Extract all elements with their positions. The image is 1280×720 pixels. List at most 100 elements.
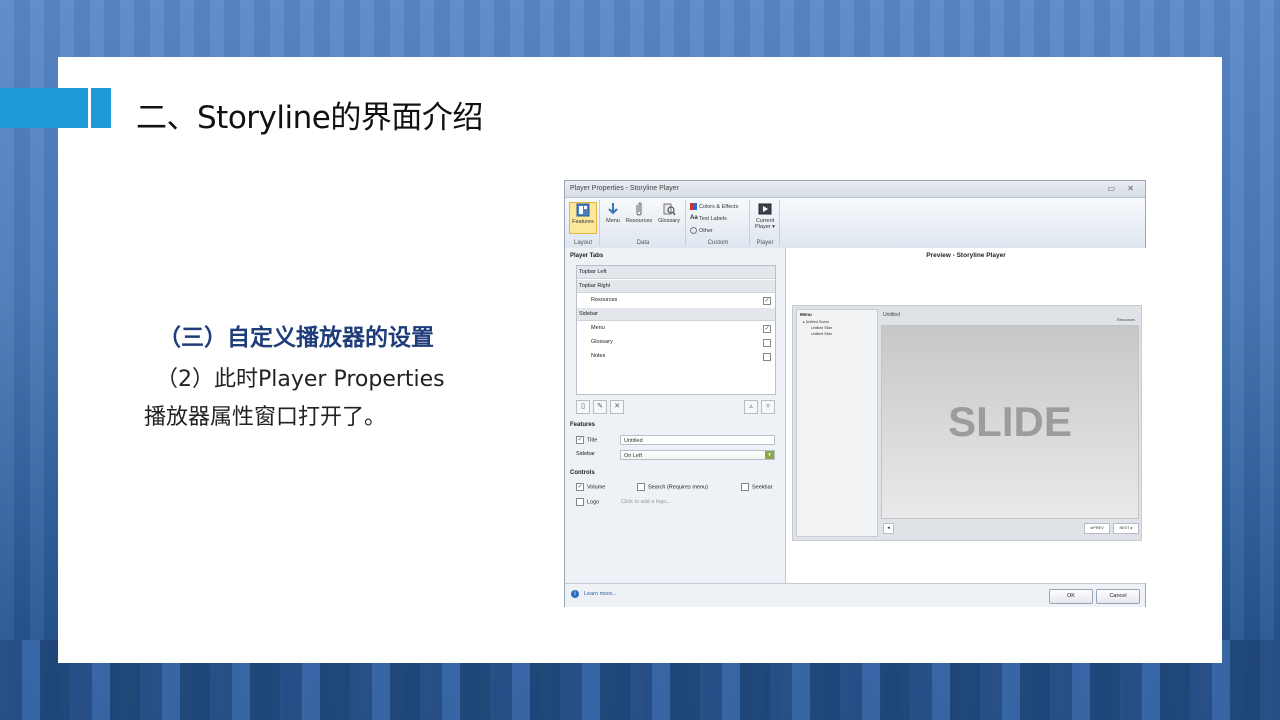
- preview-pane: Preview - Storyline Player Menu ▸ Untitl…: [785, 248, 1146, 583]
- player-icon: [758, 203, 772, 215]
- tab-group-topbar-left[interactable]: Topbar Left: [577, 266, 775, 279]
- features-label: Features: [572, 219, 594, 225]
- search-option[interactable]: Search (Requires menu): [637, 483, 708, 491]
- current-player-label-2: Player ▾: [755, 224, 775, 230]
- title-input[interactable]: Untitled: [620, 435, 775, 445]
- current-player-button[interactable]: Current Player ▾: [752, 202, 778, 230]
- seekbar-label: Seekbar: [752, 484, 773, 491]
- learn-more-link[interactable]: Learn more...: [584, 591, 617, 597]
- window-title: Player Properties - Storyline Player: [570, 185, 679, 192]
- arrow-down-icon: ▿: [766, 403, 770, 410]
- logo-option[interactable]: Logo: [576, 498, 599, 506]
- ribbon-group-label-custom: Custom: [707, 240, 729, 246]
- window-titlebar: Player Properties - Storyline Player ▭ ✕: [565, 181, 1145, 198]
- edit-tab-button[interactable]: ✎: [593, 400, 607, 414]
- ribbon-group-player: Current Player ▾ Player: [751, 200, 780, 246]
- colors-effects-button[interactable]: Colors & Effects: [690, 203, 738, 210]
- tab-group-topbar-right[interactable]: Topbar Right: [577, 280, 775, 293]
- ribbon-group-data: Menu Resources Glossary Data: [601, 200, 686, 246]
- description: （2）此时Player Properties 播放器属性窗口打开了。: [144, 361, 484, 437]
- title-accent-bar: [0, 88, 88, 128]
- preview-menu-header: Menu: [800, 312, 812, 317]
- resources-button[interactable]: Resources: [624, 202, 654, 224]
- new-tab-button[interactable]: ▯: [576, 400, 590, 414]
- tab-item-glossary[interactable]: Glossary: [577, 336, 775, 349]
- glossary-label: Glossary: [658, 218, 680, 224]
- info-icon: i: [571, 590, 579, 598]
- glossary-icon: [663, 203, 676, 216]
- menu-button[interactable]: Menu: [603, 202, 623, 224]
- resources-checkbox[interactable]: ✓: [763, 297, 771, 305]
- delete-tab-button[interactable]: ✕: [610, 400, 624, 414]
- tab-item-menu[interactable]: Menu ✓: [577, 322, 775, 335]
- window-footer: i Learn more... OK Cancel: [565, 583, 1145, 607]
- menu-checkbox[interactable]: ✓: [763, 325, 771, 333]
- ribbon: Features Layout Menu Resources Glossary …: [565, 198, 1145, 249]
- tab-item-label: Glossary: [591, 339, 613, 345]
- title-option[interactable]: ✓ Title: [576, 436, 597, 444]
- cancel-button[interactable]: Cancel: [1096, 589, 1140, 604]
- ribbon-group-custom: Colors & Effects AaText Labels Other Cus…: [687, 200, 750, 246]
- glossary-button[interactable]: Glossary: [656, 202, 682, 224]
- add-logo-link[interactable]: Click to add a logo...: [621, 499, 671, 505]
- sidebar-option-label: Sidebar: [576, 451, 595, 457]
- other-button[interactable]: Other: [690, 227, 713, 234]
- preview-player: Menu ▸ Untitled Scene Untitled Slide Unt…: [792, 305, 1142, 541]
- paperclip-icon: [636, 202, 642, 216]
- ribbon-group-layout: Features Layout: [567, 200, 600, 246]
- volume-icon: ◂: [883, 523, 894, 534]
- description-line-1: （2）此时Player Properties: [156, 367, 445, 392]
- colors-icon: [690, 203, 697, 210]
- controls-header: Controls: [570, 470, 595, 476]
- chevron-down-icon: ▾: [765, 451, 774, 459]
- glossary-checkbox[interactable]: [763, 339, 771, 347]
- ribbon-group-label-layout: Layout: [573, 240, 592, 246]
- sidebar-select[interactable]: On Left ▾: [620, 450, 775, 460]
- preview-prev-button: ◂ PREV: [1084, 523, 1110, 534]
- tab-item-notes[interactable]: Notes: [577, 350, 775, 363]
- player-tabs-header: Player Tabs: [570, 253, 604, 259]
- volume-option[interactable]: ✓ Volume: [576, 483, 605, 491]
- resources-label: Resources: [625, 218, 653, 224]
- preview-menu: Menu ▸ Untitled Scene Untitled Slide Unt…: [796, 309, 878, 537]
- title-checkbox[interactable]: ✓: [576, 436, 584, 444]
- tab-item-resources[interactable]: Resources ✓: [577, 294, 775, 307]
- delete-icon: ✕: [614, 403, 620, 410]
- title-option-label: Title: [587, 437, 598, 444]
- sidebar-select-value: On Left: [624, 453, 643, 459]
- sub-heading: （三）自定义播放器的设置: [158, 325, 434, 351]
- menu-icon: [608, 203, 618, 215]
- seekbar-option[interactable]: Seekbar: [741, 483, 773, 491]
- settings-pane: Player Tabs Topbar Left Topbar Right Res…: [565, 248, 785, 583]
- text-labels-icon: Aa: [690, 215, 698, 221]
- ok-button[interactable]: OK: [1049, 589, 1093, 604]
- text-labels-button[interactable]: AaText Labels: [690, 215, 727, 222]
- features-button[interactable]: Features: [569, 202, 597, 234]
- window-controls[interactable]: ▭ ✕: [1108, 181, 1139, 197]
- preview-next-button: NEXT ▸: [1113, 523, 1139, 534]
- menu-label: Menu: [606, 218, 620, 224]
- colors-effects-label: Colors & Effects: [699, 203, 739, 210]
- text-labels-label: Text Labels: [699, 215, 727, 222]
- tab-group-sidebar[interactable]: Sidebar: [577, 308, 775, 321]
- move-up-button[interactable]: ▵: [744, 400, 758, 414]
- ribbon-group-label-player: Player: [756, 240, 774, 246]
- player-tabs-list: Topbar Left Topbar Right Resources ✓ Sid…: [576, 265, 776, 395]
- seekbar-checkbox[interactable]: [741, 483, 749, 491]
- preview-header: Preview - Storyline Player: [926, 252, 1006, 259]
- player-properties-window: Player Properties - Storyline Player ▭ ✕…: [564, 180, 1146, 607]
- move-down-button[interactable]: ▿: [761, 400, 775, 414]
- gear-icon: [690, 227, 697, 234]
- logo-checkbox[interactable]: [576, 498, 584, 506]
- preview-resources: Resources: [1116, 318, 1135, 322]
- volume-label: Volume: [587, 484, 606, 491]
- notes-checkbox[interactable]: [763, 353, 771, 361]
- features-icon: [576, 203, 590, 217]
- preview-menu-slide: Untitled Slide: [811, 332, 833, 336]
- volume-checkbox[interactable]: ✓: [576, 483, 584, 491]
- ribbon-group-label-data: Data: [636, 240, 650, 246]
- tab-item-label: Resources: [591, 297, 618, 303]
- search-checkbox[interactable]: [637, 483, 645, 491]
- edit-icon: ✎: [597, 403, 603, 410]
- tab-item-label: Notes: [591, 353, 606, 359]
